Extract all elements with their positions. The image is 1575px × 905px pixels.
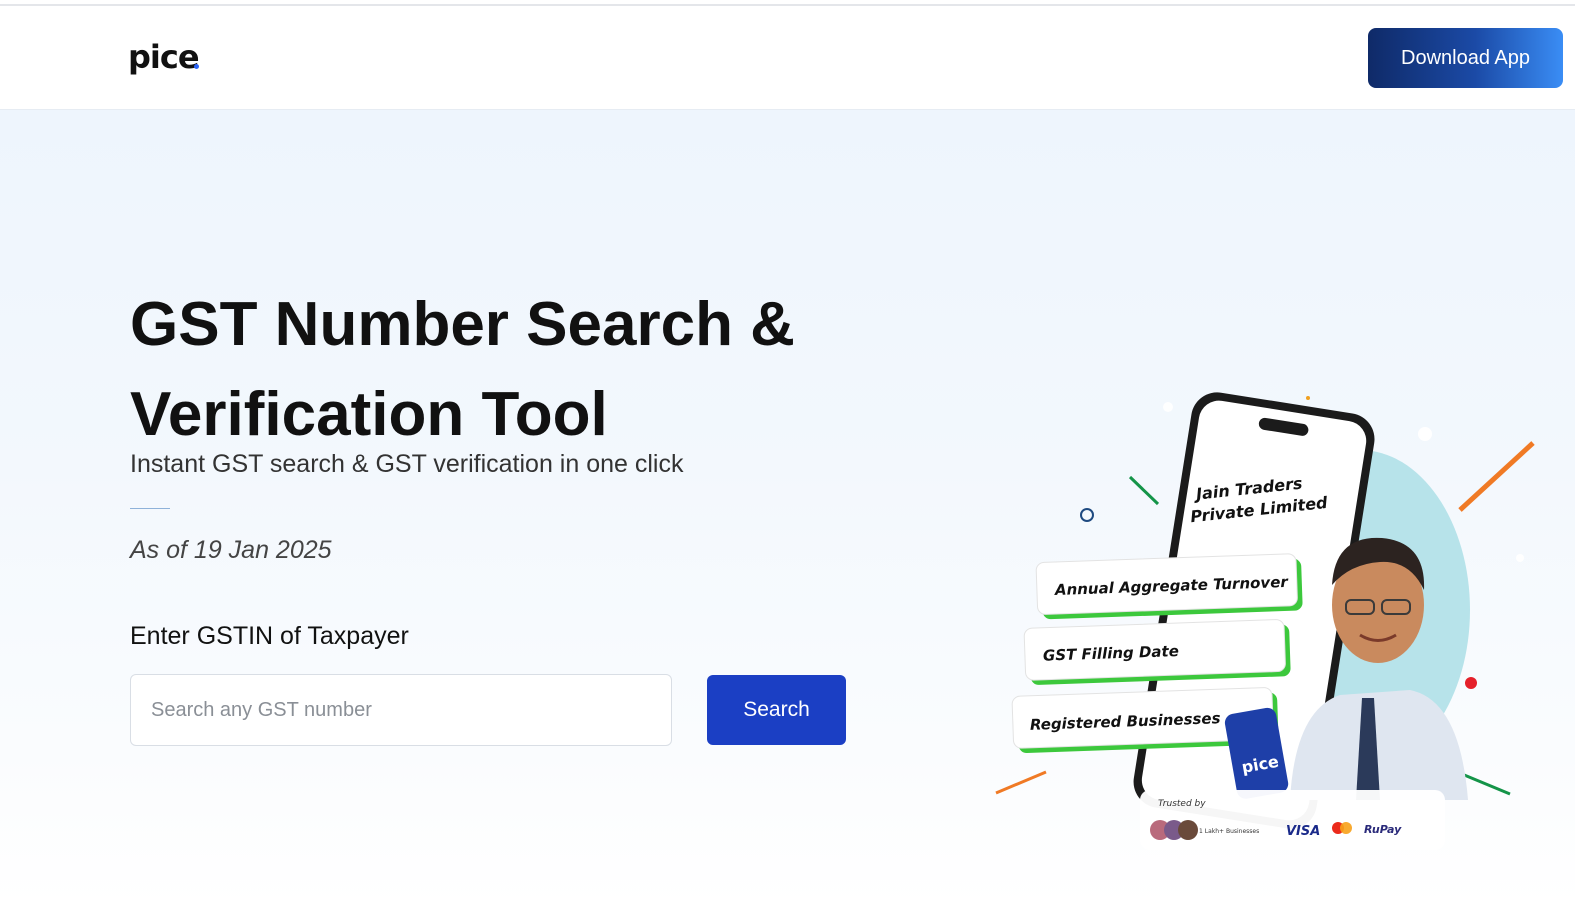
site-header: pice Download App [0, 6, 1575, 110]
logo-dot-icon [194, 64, 199, 69]
hero-illustration: Jain Traders Private Limited Annual Aggr… [990, 380, 1550, 860]
rupay-logo: RuPay [1364, 823, 1402, 836]
gst-search-input[interactable] [130, 674, 672, 746]
decor-dot [1163, 402, 1173, 412]
decor-dot [1418, 427, 1432, 441]
trusted-by-text: Trusted by [1158, 799, 1206, 809]
decor-dot [1516, 554, 1524, 562]
decor-ring-icon [1080, 508, 1094, 522]
as-of-date: As of 19 Jan 2025 [130, 536, 332, 564]
avatar [1178, 820, 1198, 840]
title-line-1: GST Number Search & [130, 290, 795, 359]
title-line-2: Verification Tool [130, 380, 608, 449]
card-filing-date: GST Filling Date [1023, 619, 1291, 685]
card-turnover: Annual Aggregate Turnover [1035, 553, 1303, 620]
decor-green-stroke [1128, 475, 1160, 506]
decor-orange-stroke [1458, 441, 1535, 512]
page-subtitle: Instant GST search & GST verification in… [130, 450, 684, 478]
mastercard-logo [1340, 822, 1352, 834]
pice-logo[interactable]: pice [128, 38, 200, 76]
gstin-label: Enter GSTIN of Taxpayer [130, 622, 409, 650]
search-button[interactable]: Search [707, 675, 846, 745]
visa-logo: VISA [1286, 824, 1320, 839]
hero-section: GST Number Search & Verification Tool In… [0, 110, 1575, 905]
download-app-button[interactable]: Download App [1368, 28, 1563, 88]
page-title: GST Number Search & Verification Tool [130, 280, 890, 460]
businesses-count: 1 Lakh+ Businesses [1199, 828, 1259, 835]
decor-orange-stroke [995, 770, 1047, 795]
divider [130, 508, 170, 509]
decor-red-dot [1465, 677, 1477, 689]
decor-dot [1306, 396, 1310, 400]
trusted-by-strip: Trusted by 1 Lakh+ Businesses VISA RuPay [1140, 790, 1445, 850]
